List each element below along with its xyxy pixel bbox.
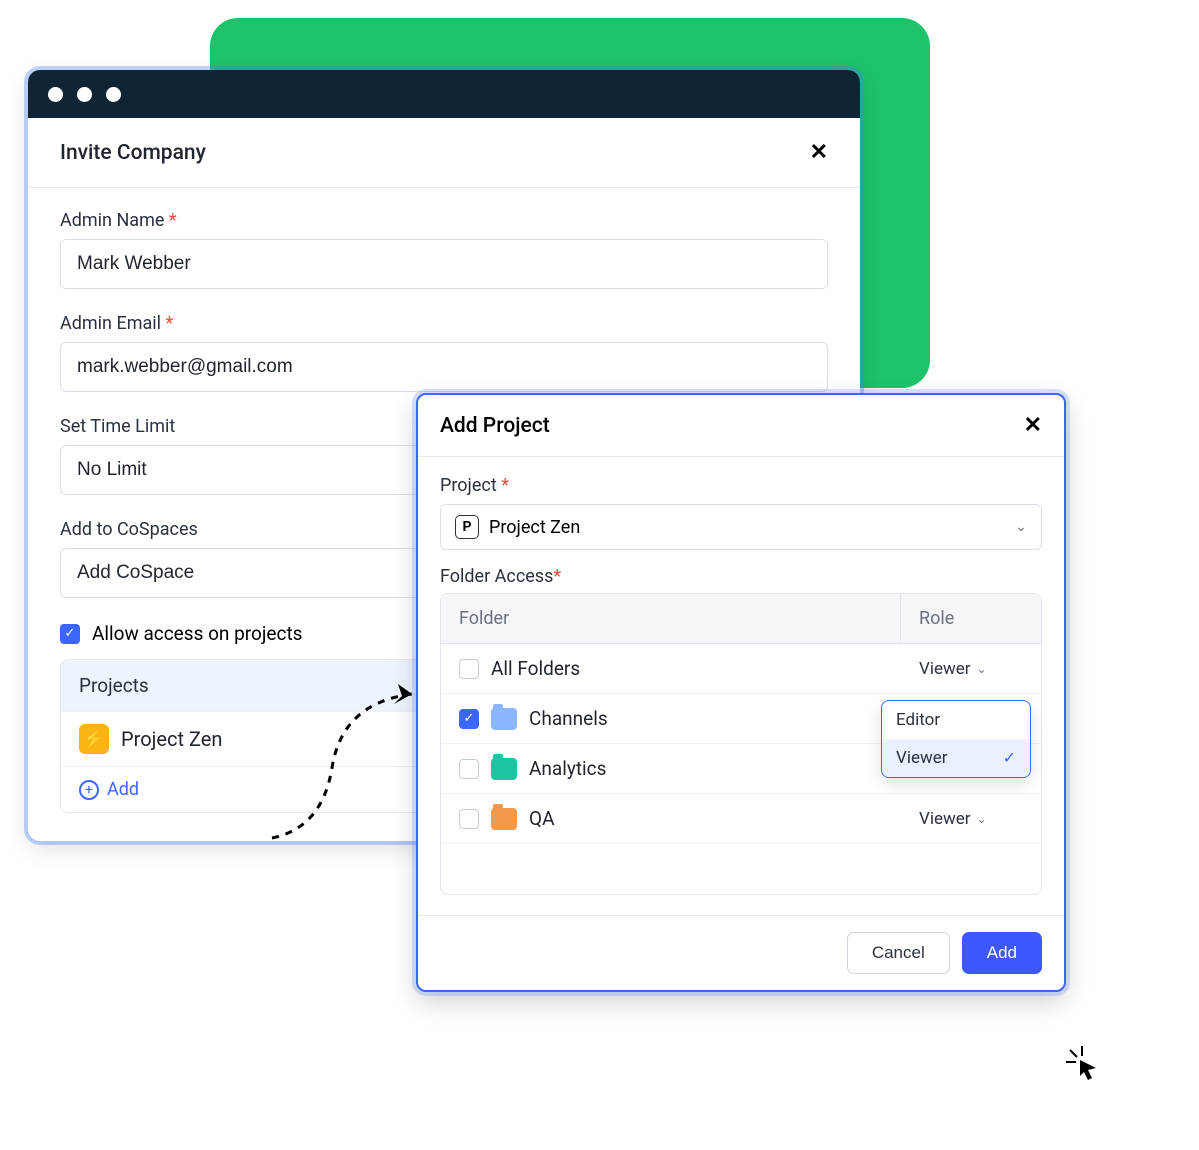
window-control-dot[interactable]	[48, 87, 63, 102]
role-dropdown: Editor Viewer ✓	[881, 700, 1031, 778]
table-row: ✓ Channels Editor Viewer ✓	[441, 694, 1041, 744]
window-titlebar	[28, 70, 860, 118]
folder-checkbox[interactable]: ✓	[459, 709, 479, 729]
role-option-viewer[interactable]: Viewer ✓	[882, 739, 1030, 777]
admin-name-input[interactable]	[60, 239, 828, 289]
admin-email-input[interactable]	[60, 342, 828, 392]
window-control-dot[interactable]	[77, 87, 92, 102]
role-select[interactable]: Viewer ⌄	[901, 646, 1041, 692]
admin-email-label: Admin Email *	[60, 313, 828, 334]
plus-circle-icon: +	[79, 780, 99, 800]
project-badge-icon: P	[455, 515, 479, 539]
folder-checkbox[interactable]	[459, 809, 479, 829]
folder-checkbox[interactable]	[459, 759, 479, 779]
project-select-value: Project Zen	[489, 517, 580, 538]
folder-icon	[491, 808, 517, 830]
allow-access-checkbox[interactable]: ✓	[60, 624, 80, 644]
project-select-label: Project *	[440, 475, 1042, 496]
add-label: Add	[107, 779, 139, 800]
add-button[interactable]: Add	[962, 932, 1042, 974]
project-item-label: Project Zen	[121, 727, 222, 751]
close-icon[interactable]: ✕	[1024, 413, 1042, 438]
folder-icon	[491, 708, 517, 730]
admin-name-label: Admin Name *	[60, 210, 828, 231]
role-option-editor[interactable]: Editor	[882, 701, 1030, 739]
chevron-down-icon: ⌄	[977, 812, 987, 826]
check-icon: ✓	[1003, 748, 1016, 767]
table-row: QA Viewer ⌄	[441, 794, 1041, 844]
role-select[interactable]: Editor Viewer ✓	[901, 706, 1041, 732]
folder-name: Analytics	[529, 757, 606, 780]
window-control-dot[interactable]	[106, 87, 121, 102]
folder-access-label: Folder Access*	[440, 566, 1042, 587]
invite-header: Invite Company ✕	[28, 118, 860, 188]
folder-icon	[491, 758, 517, 780]
cursor-click-icon	[1062, 1042, 1102, 1082]
table-row: All Folders Viewer ⌄	[441, 644, 1041, 694]
folder-checkbox[interactable]	[459, 659, 479, 679]
cancel-button[interactable]: Cancel	[847, 932, 950, 974]
allow-access-label: Allow access on projects	[92, 622, 302, 645]
col-role: Role	[901, 594, 1041, 643]
col-folder: Folder	[441, 594, 901, 643]
add-project-title: Add Project	[440, 414, 550, 438]
folder-name: Channels	[529, 707, 608, 730]
folder-access-table: Folder Role All Folders Viewer ⌄ ✓ Chann…	[440, 593, 1042, 895]
folder-name: QA	[529, 807, 554, 830]
bolt-icon: ⚡	[79, 724, 109, 754]
invite-title: Invite Company	[60, 141, 206, 165]
close-icon[interactable]: ✕	[810, 140, 828, 165]
chevron-down-icon: ⌄	[977, 662, 987, 676]
add-project-dialog: Add Project ✕ Project * P Project Zen ⌄ …	[416, 393, 1066, 992]
role-select[interactable]: Viewer ⌄	[901, 796, 1041, 842]
project-select[interactable]: P Project Zen ⌄	[440, 504, 1042, 550]
folder-name: All Folders	[491, 657, 580, 680]
chevron-down-icon: ⌄	[1015, 519, 1027, 535]
